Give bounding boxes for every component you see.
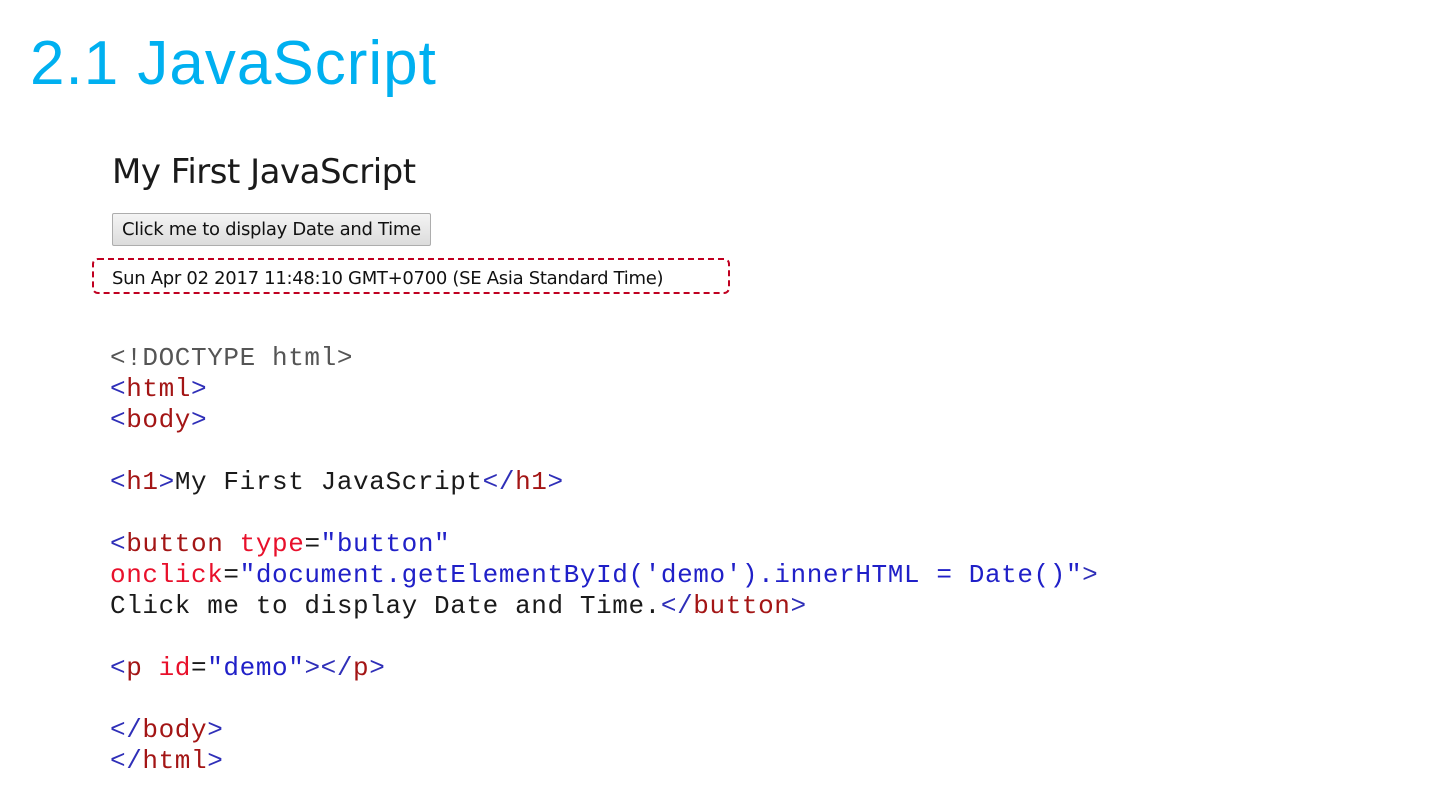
code-token-bracket: >: [158, 467, 175, 497]
code-token-tag: html: [142, 746, 208, 776]
code-token-tag: h1: [515, 467, 548, 497]
code-line: </html>: [110, 746, 1098, 777]
code-token-text: Click me to display Date and Time.: [110, 591, 661, 621]
code-token-bracket: </: [660, 591, 694, 621]
code-token-bracket: >: [191, 374, 208, 404]
code-token-value: "document.getElementById('demo').innerHT…: [239, 560, 1083, 590]
code-token-bracket: <: [110, 529, 127, 559]
code-line: <!DOCTYPE html>: [110, 343, 1098, 374]
date-output-highlight: Sun Apr 02 2017 11:48:10 GMT+0700 (SE As…: [92, 258, 730, 294]
code-line: Click me to display Date and Time.</butt…: [110, 591, 1098, 622]
code-token-tag: h1: [126, 467, 159, 497]
code-line: </body>: [110, 715, 1098, 746]
code-token-attr: type: [239, 529, 305, 559]
code-token-bracket: <: [110, 374, 127, 404]
code-token-tag: body: [142, 715, 208, 745]
code-token-value: "demo": [207, 653, 305, 683]
code-token-bracket: >: [207, 715, 224, 745]
code-token-bracket: <: [110, 405, 127, 435]
code-token-attr: id: [158, 653, 192, 683]
code-token-text: =: [304, 529, 321, 559]
display-date-button[interactable]: Click me to display Date and Time: [112, 213, 431, 246]
code-token-bracket: >: [790, 591, 807, 621]
code-token-tag: p: [353, 653, 370, 683]
code-token-bracket: >: [369, 653, 386, 683]
code-token-tag: button: [126, 529, 224, 559]
code-token-bracket: >: [191, 405, 208, 435]
code-token-text: =: [191, 653, 208, 683]
code-token-bracket: </: [110, 715, 143, 745]
code-token-attr: onclick: [110, 560, 224, 590]
code-token-text: My First JavaScript: [174, 467, 483, 497]
code-line: <body>: [110, 405, 1098, 436]
code-token-tag: body: [126, 405, 192, 435]
code-token-bracket: >: [207, 746, 224, 776]
code-token-value: "button": [320, 529, 451, 559]
slide-title: 2.1 JavaScript: [30, 29, 437, 98]
preview-heading: My First JavaScript: [112, 152, 416, 192]
code-token-tag: button: [693, 591, 791, 621]
code-token-bracket: <: [110, 467, 127, 497]
code-token-bracket: </: [482, 467, 516, 497]
code-token-bracket: ></: [304, 653, 354, 683]
code-token-tag: p: [126, 653, 143, 683]
code-line: <p id="demo"></p>: [110, 653, 1098, 684]
code-line: <button type="button": [110, 529, 1098, 560]
code-line: onclick="document.getElementById('demo')…: [110, 560, 1098, 591]
date-output-text: Sun Apr 02 2017 11:48:10 GMT+0700 (SE As…: [112, 268, 664, 289]
code-token-doctype: <!DOCTYPE html>: [110, 343, 354, 373]
code-line: <html>: [110, 374, 1098, 405]
code-token-bracket: >: [1082, 560, 1099, 590]
code-token-bracket: <: [110, 653, 127, 683]
code-listing: <!DOCTYPE html> <html> <body> <h1>My First …: [110, 343, 1098, 777]
code-token-bracket: >: [547, 467, 564, 497]
code-token-tag: html: [126, 374, 192, 404]
code-line: <h1>My First JavaScript</h1>: [110, 467, 1098, 498]
code-token-text: =: [223, 560, 240, 590]
code-token-bracket: </: [110, 746, 143, 776]
